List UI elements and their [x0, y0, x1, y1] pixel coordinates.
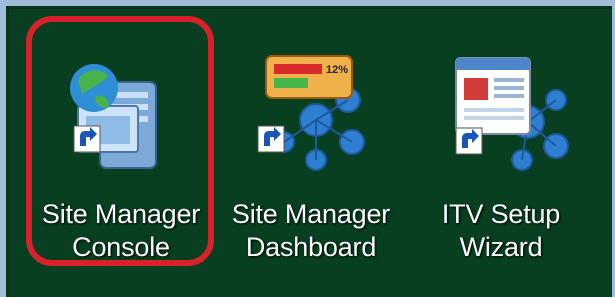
wizard-window-icon: [455, 57, 569, 171]
icon-label-line2: Wizard: [459, 232, 543, 262]
icon-label: Site Manager Dashboard: [220, 198, 402, 264]
site-manager-dashboard-shortcut[interactable]: 12% Site Manager Dashboard: [220, 30, 402, 280]
red-highlight-outline: [26, 16, 214, 266]
dashboard-gauge-icon: 12%: [257, 55, 365, 171]
icon-label-line2: Dashboard: [245, 232, 377, 262]
gauge-percent-text: 12%: [326, 64, 348, 76]
icon-label-line1: ITV Setup: [441, 199, 561, 229]
icon-label-line1: Site Manager: [231, 199, 391, 229]
itv-setup-wizard-shortcut[interactable]: ITV Setup Wizard: [410, 30, 592, 280]
icon-label: ITV Setup Wizard: [410, 198, 592, 264]
